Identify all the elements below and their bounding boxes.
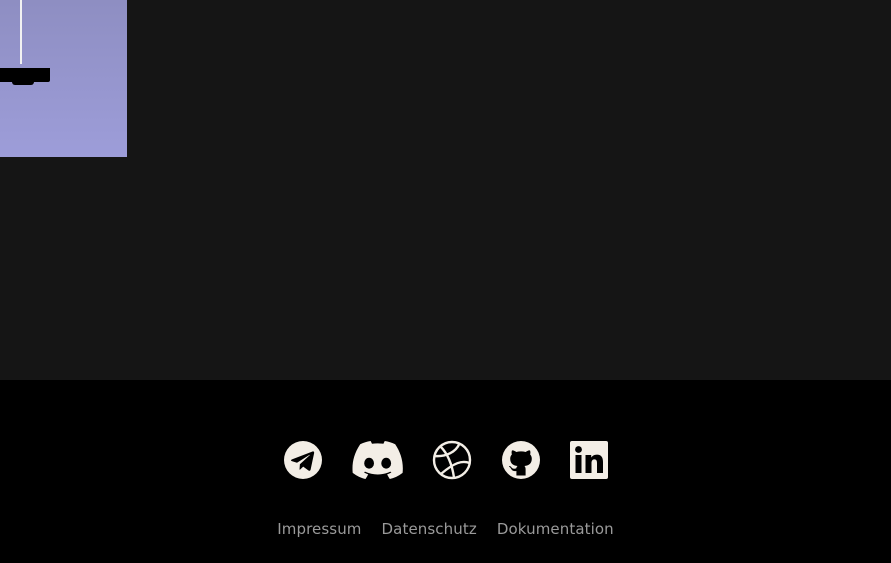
page: Impressum Datenschutz Dokumentation bbox=[0, 0, 891, 563]
impressum-link[interactable]: Impressum bbox=[277, 520, 361, 538]
discord-link[interactable] bbox=[352, 440, 403, 480]
telegram-link[interactable] bbox=[283, 440, 323, 480]
dribbble-link[interactable] bbox=[432, 440, 472, 480]
footer: Impressum Datenschutz Dokumentation bbox=[0, 380, 891, 563]
footer-links: Impressum Datenschutz Dokumentation bbox=[0, 520, 891, 538]
linkedin-link[interactable] bbox=[570, 440, 608, 480]
preview-shape bbox=[0, 68, 50, 85]
preview-divider bbox=[20, 0, 22, 64]
linkedin-icon bbox=[570, 441, 608, 479]
social-links bbox=[0, 440, 891, 480]
telegram-icon bbox=[284, 441, 322, 479]
datenschutz-link[interactable]: Datenschutz bbox=[382, 520, 477, 538]
dribbble-icon bbox=[432, 440, 472, 480]
github-icon bbox=[502, 441, 540, 479]
preview-image[interactable] bbox=[0, 0, 127, 157]
content-area bbox=[0, 0, 891, 380]
discord-icon bbox=[352, 441, 403, 479]
dokumentation-link[interactable]: Dokumentation bbox=[497, 520, 614, 538]
github-link[interactable] bbox=[501, 440, 541, 480]
